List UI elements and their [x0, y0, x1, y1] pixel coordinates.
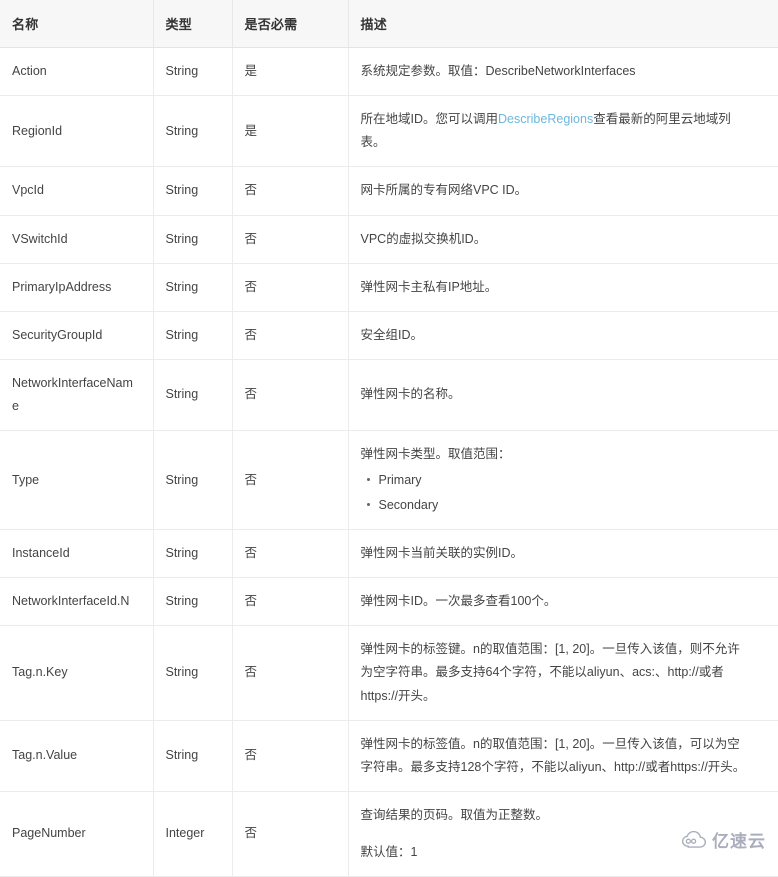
table-header: 名称 类型 是否必需 描述: [0, 0, 778, 48]
list-item: Secondary: [379, 493, 749, 517]
api-parameters-table: 名称 类型 是否必需 描述 ActionString是系统规定参数。取值：Des…: [0, 0, 778, 877]
description-paragraph: 弹性网卡的标签键。n的取值范围：[1, 20]。一旦传入该值，则不允许为空字符串…: [361, 638, 749, 707]
cell-parameter-name: Tag.n.Key: [0, 626, 153, 720]
cell-parameter-required: 否: [232, 626, 348, 720]
cell-parameter-required: 否: [232, 359, 348, 430]
table-row: NetworkInterfaceNameString否弹性网卡的名称。: [0, 359, 778, 430]
cell-parameter-name: NetworkInterfaceId.N: [0, 578, 153, 626]
description-paragraph: VPC的虚拟交换机ID。: [361, 228, 749, 251]
cell-parameter-name: RegionId: [0, 96, 153, 167]
table-header-row: 名称 类型 是否必需 描述: [0, 0, 778, 48]
cell-parameter-description: 弹性网卡当前关联的实例ID。: [348, 530, 778, 578]
description-paragraph: 安全组ID。: [361, 324, 749, 347]
cell-parameter-type: String: [153, 215, 232, 263]
column-header-name: 名称: [0, 0, 153, 48]
cell-parameter-type: String: [153, 311, 232, 359]
description-paragraph: 弹性网卡的名称。: [361, 383, 749, 406]
cell-parameter-name: InstanceId: [0, 530, 153, 578]
description-paragraph: 所在地域ID。您可以调用DescribeRegions查看最新的阿里云地域列表。: [361, 108, 749, 154]
cell-parameter-description: 弹性网卡主私有IP地址。: [348, 263, 778, 311]
cell-parameter-description: 弹性网卡类型。取值范围：PrimarySecondary: [348, 431, 778, 530]
cell-parameter-required: 否: [232, 431, 348, 530]
cell-parameter-description: 弹性网卡的标签键。n的取值范围：[1, 20]。一旦传入该值，则不允许为空字符串…: [348, 626, 778, 720]
list-item: Primary: [379, 468, 749, 492]
table-row: VSwitchIdString否 VPC的虚拟交换机ID。: [0, 215, 778, 263]
cell-parameter-required: 否: [232, 578, 348, 626]
cell-parameter-description: 所在地域ID。您可以调用DescribeRegions查看最新的阿里云地域列表。: [348, 96, 778, 167]
cell-parameter-type: String: [153, 359, 232, 430]
cell-parameter-type: Integer: [153, 791, 232, 876]
cell-parameter-type: String: [153, 578, 232, 626]
description-paragraph: 网卡所属的专有网络VPC ID。: [361, 179, 749, 202]
table-row: TypeString否弹性网卡类型。取值范围：PrimarySecondary: [0, 431, 778, 530]
cell-parameter-description: 弹性网卡ID。一次最多查看100个。: [348, 578, 778, 626]
cell-parameter-description: VPC的虚拟交换机ID。: [348, 215, 778, 263]
table-row: PageNumberInteger否查询结果的页码。取值为正整数。默认值：1: [0, 791, 778, 876]
table-row: ActionString是系统规定参数。取值：DescribeNetworkIn…: [0, 48, 778, 96]
cell-parameter-required: 否: [232, 167, 348, 215]
cell-parameter-name: PageNumber: [0, 791, 153, 876]
cell-parameter-type: String: [153, 626, 232, 720]
cell-parameter-description: 弹性网卡的名称。: [348, 359, 778, 430]
cell-parameter-name: PrimaryIpAddress: [0, 263, 153, 311]
column-header-required: 是否必需: [232, 0, 348, 48]
describe-regions-link[interactable]: DescribeRegions: [498, 112, 593, 126]
cell-parameter-type: String: [153, 263, 232, 311]
cell-parameter-name: VSwitchId: [0, 215, 153, 263]
column-header-description: 描述: [348, 0, 778, 48]
cell-parameter-type: String: [153, 167, 232, 215]
cell-parameter-required: 否: [232, 311, 348, 359]
cell-parameter-required: 否: [232, 791, 348, 876]
cell-parameter-name: Tag.n.Value: [0, 720, 153, 791]
cell-parameter-type: String: [153, 96, 232, 167]
cell-parameter-description: 弹性网卡的标签值。n的取值范围：[1, 20]。一旦传入该值，可以为空字符串。最…: [348, 720, 778, 791]
table-row: Tag.n.KeyString否弹性网卡的标签键。n的取值范围：[1, 20]。…: [0, 626, 778, 720]
cell-parameter-required: 是: [232, 96, 348, 167]
cell-parameter-description: 系统规定参数。取值：DescribeNetworkInterfaces: [348, 48, 778, 96]
cell-parameter-required: 否: [232, 215, 348, 263]
description-paragraph: 查询结果的页码。取值为正整数。: [361, 804, 749, 827]
table-body: ActionString是系统规定参数。取值：DescribeNetworkIn…: [0, 48, 778, 877]
cell-parameter-type: String: [153, 431, 232, 530]
description-paragraph: 弹性网卡当前关联的实例ID。: [361, 542, 749, 565]
description-paragraph: 弹性网卡主私有IP地址。: [361, 276, 749, 299]
cell-parameter-type: String: [153, 720, 232, 791]
description-paragraph: 弹性网卡ID。一次最多查看100个。: [361, 590, 749, 613]
cell-parameter-description: 网卡所属的专有网络VPC ID。: [348, 167, 778, 215]
cell-parameter-required: 否: [232, 720, 348, 791]
column-header-type: 类型: [153, 0, 232, 48]
description-value-list: PrimarySecondary: [361, 468, 749, 517]
table-row: Tag.n.ValueString否弹性网卡的标签值。n的取值范围：[1, 20…: [0, 720, 778, 791]
cell-parameter-name: SecurityGroupId: [0, 311, 153, 359]
description-paragraph: 弹性网卡的标签值。n的取值范围：[1, 20]。一旦传入该值，可以为空字符串。最…: [361, 733, 749, 779]
description-paragraph: 系统规定参数。取值：DescribeNetworkInterfaces: [361, 60, 749, 83]
cell-parameter-name: Action: [0, 48, 153, 96]
cell-parameter-required: 是: [232, 48, 348, 96]
cell-parameter-type: String: [153, 48, 232, 96]
cell-parameter-description: 安全组ID。: [348, 311, 778, 359]
table-row: PrimaryIpAddressString否弹性网卡主私有IP地址。: [0, 263, 778, 311]
description-paragraph: 默认值：1: [361, 841, 749, 864]
description-paragraph: 弹性网卡类型。取值范围：: [361, 443, 749, 466]
cell-parameter-required: 否: [232, 263, 348, 311]
table-row: SecurityGroupIdString否安全组ID。: [0, 311, 778, 359]
description-text-before-link: 所在地域ID。您可以调用: [361, 112, 499, 126]
cell-parameter-name: Type: [0, 431, 153, 530]
cell-parameter-description: 查询结果的页码。取值为正整数。默认值：1: [348, 791, 778, 876]
cell-parameter-name: NetworkInterfaceName: [0, 359, 153, 430]
cell-parameter-type: String: [153, 530, 232, 578]
table-row: InstanceIdString否弹性网卡当前关联的实例ID。: [0, 530, 778, 578]
table-row: RegionIdString是所在地域ID。您可以调用DescribeRegio…: [0, 96, 778, 167]
table-row: VpcIdString否网卡所属的专有网络VPC ID。: [0, 167, 778, 215]
table-row: NetworkInterfaceId.NString否弹性网卡ID。一次最多查看…: [0, 578, 778, 626]
cell-parameter-required: 否: [232, 530, 348, 578]
cell-parameter-name: VpcId: [0, 167, 153, 215]
